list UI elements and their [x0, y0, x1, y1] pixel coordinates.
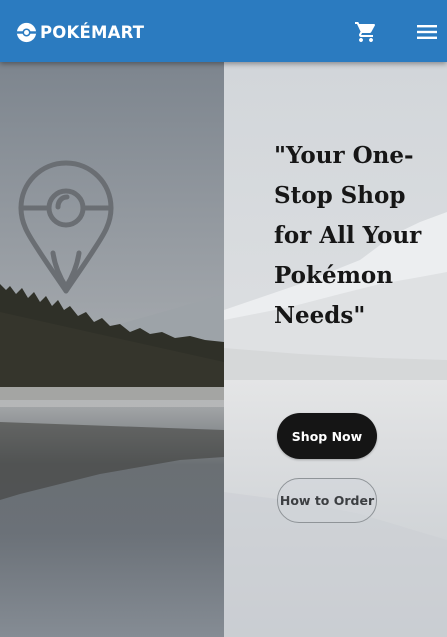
brand-name: POKÉMART — [40, 22, 145, 42]
cart-icon — [355, 22, 376, 42]
page: POKÉMART "Your One-Stop Shop for All You… — [0, 0, 447, 637]
location-pin-pokeball-icon — [17, 159, 115, 296]
how-to-order-button[interactable]: How to Order — [277, 478, 377, 523]
cart-button[interactable] — [354, 20, 378, 44]
shop-now-button[interactable]: Shop Now — [277, 413, 377, 459]
hamburger-menu-icon — [417, 25, 437, 39]
pokeball-icon — [16, 22, 37, 42]
brand-logo-link[interactable]: POKÉMART — [16, 20, 144, 44]
menu-button[interactable] — [414, 19, 440, 45]
hero-headline: "Your One-Stop Shop for All Your Pokémon… — [274, 142, 422, 329]
navbar: POKÉMART — [0, 0, 447, 62]
hero-section: "Your One-Stop Shop for All Your Pokémon… — [0, 62, 447, 637]
